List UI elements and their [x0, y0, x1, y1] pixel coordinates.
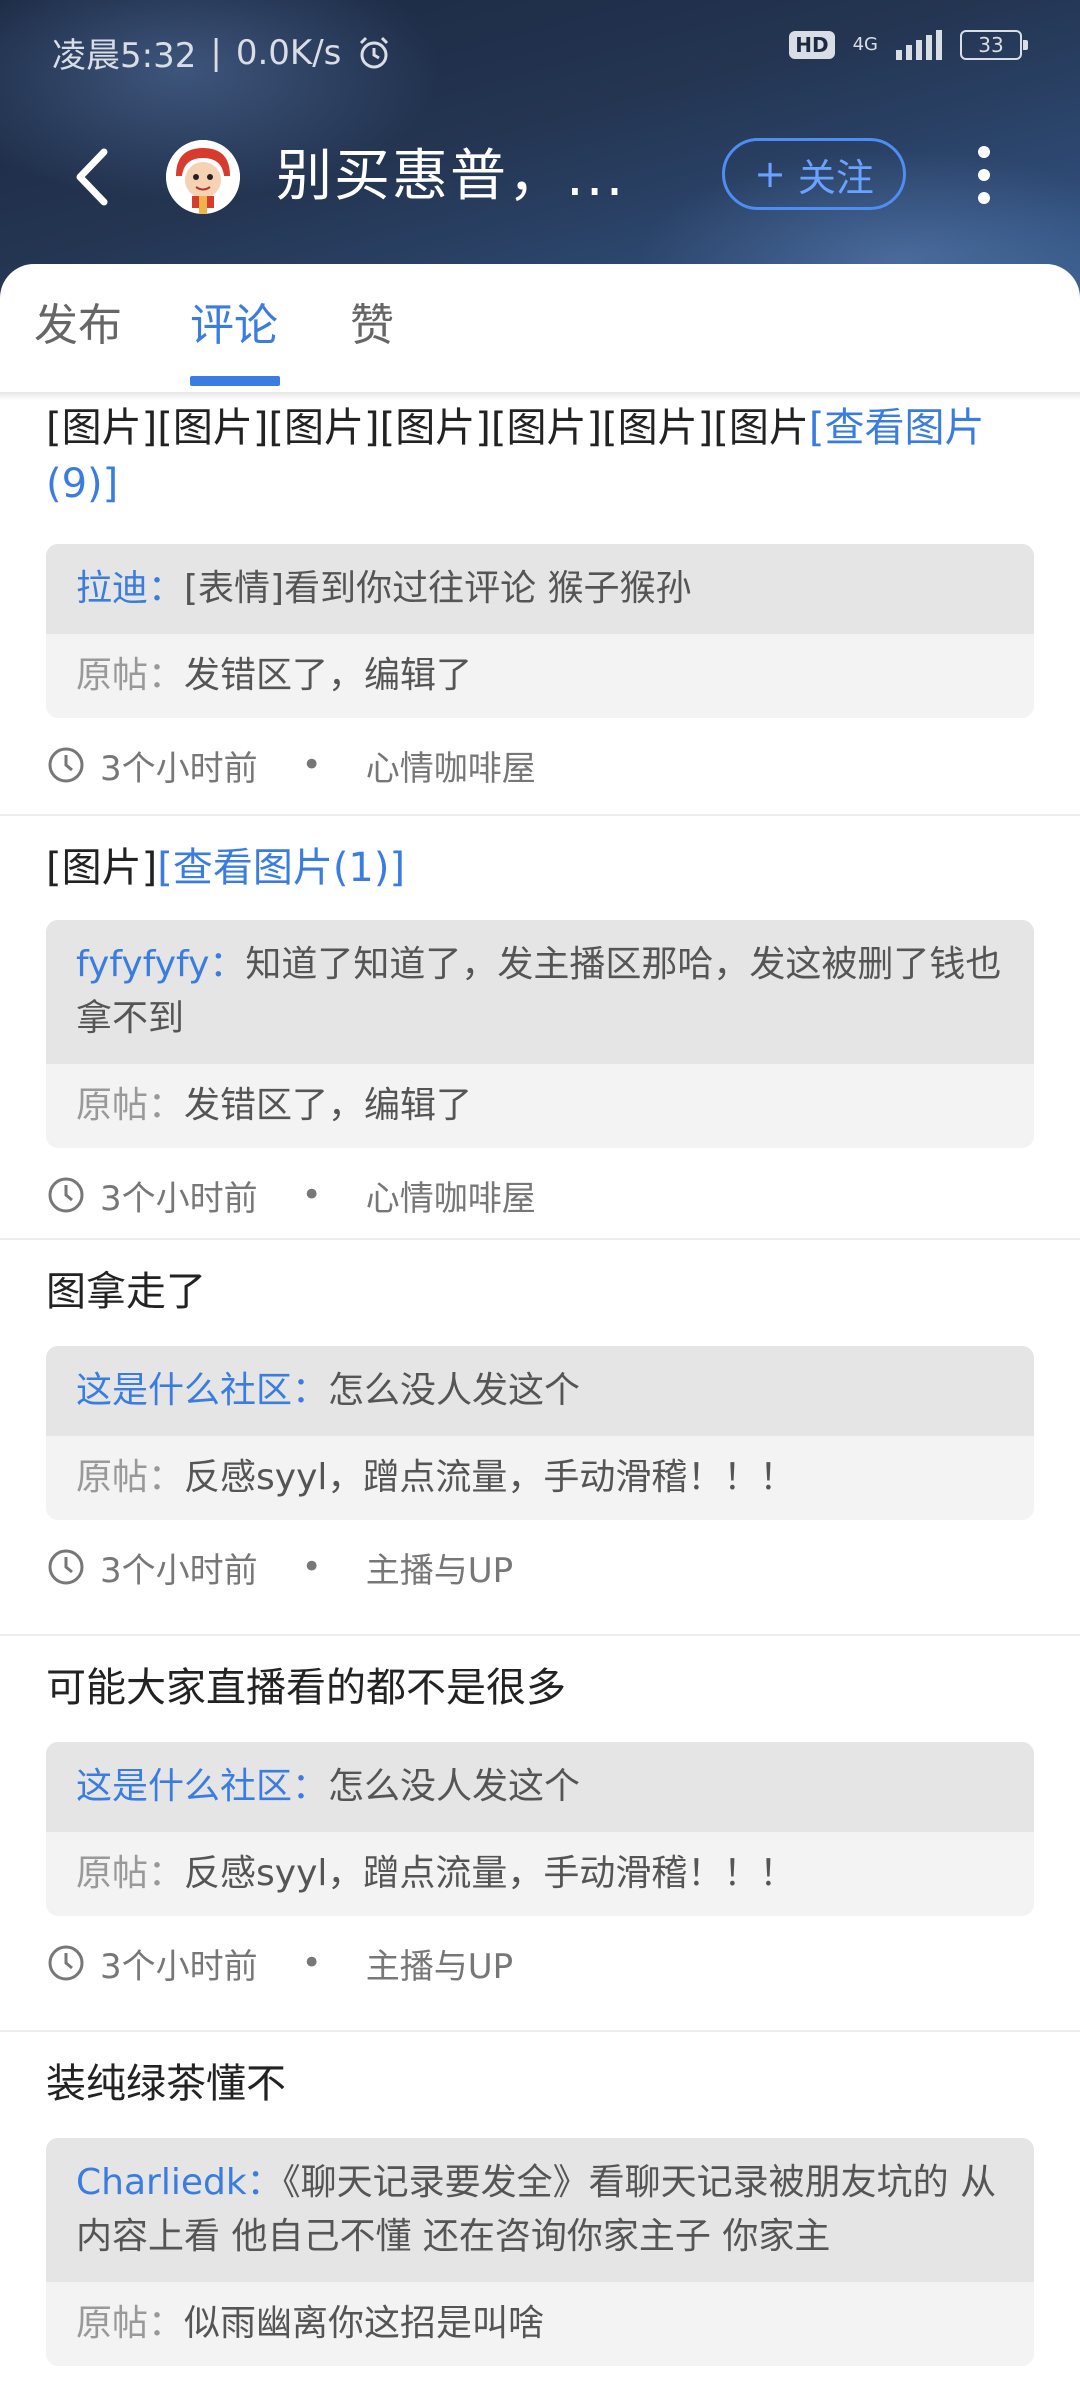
reply-username[interactable]: 这是什么社区：	[76, 1766, 328, 1807]
signal-icon	[896, 30, 942, 60]
clock-icon	[48, 1945, 84, 1981]
tab-comments[interactable]: 评论	[190, 296, 278, 356]
comment-text: 可能大家直播看的都不是很多	[46, 1665, 566, 1711]
quote-box[interactable]: Charliedk：《聊天记录要发全》看聊天记录被朋友坑的 从内容上看 他自己不…	[46, 2138, 1034, 2366]
avatar-character-icon	[166, 140, 240, 214]
reply-username[interactable]: 拉迪：	[76, 568, 184, 609]
reply-username[interactable]: Charliedk：	[76, 2162, 283, 2203]
forum-name[interactable]: 主播与UP	[366, 1543, 513, 1592]
original-post-label: 原帖：	[76, 2303, 185, 2344]
quote-box[interactable]: 这是什么社区：怎么没人发这个 原帖：反感syyl，蹭点流量，手动滑稽！！！	[46, 1742, 1034, 1916]
meta-dot: •	[301, 1175, 322, 1215]
battery-icon: 33	[960, 30, 1028, 60]
nav-bar: 别买惠普，... + 关注	[0, 120, 1080, 240]
reply-text: 怎么没人发这个	[328, 1370, 581, 1411]
original-post-text: 反感syyl，蹭点流量，手动滑稽！！！	[184, 1853, 796, 1894]
original-post-text: 发错区了，编辑了	[184, 655, 473, 696]
comment-item[interactable]: [图片][图片][图片][图片][图片][图片][图片[查看图片(9)] 拉迪：…	[0, 400, 1080, 816]
comment-text: [图片][查看图片(1)]	[46, 845, 406, 891]
quote-box[interactable]: fyfyfyfy：知道了知道了，发主播区那哈，发这被删了钱也拿不到 原帖：发错区…	[46, 920, 1034, 1148]
tab-publish[interactable]: 发布	[34, 296, 122, 356]
comment-time: 3个小时前	[100, 1178, 258, 1219]
follow-button[interactable]: + 关注	[722, 138, 906, 210]
meta-dot: •	[301, 745, 322, 785]
original-post-text: 反感syyl，蹭点流量，手动滑稽！！！	[184, 1457, 796, 1498]
network-speed: 0.0K/s	[235, 32, 342, 73]
status-separator: |	[210, 32, 222, 73]
follow-plus: +	[754, 152, 786, 196]
status-bar: 凌晨5:32 | 0.0K/s HD 4G 33	[0, 0, 1080, 100]
original-post-text: 发错区了，编辑了	[184, 1085, 473, 1126]
comment-meta: 3个小时前 • 主播与UP	[46, 1938, 1034, 1988]
quoted-reply: 这是什么社区：怎么没人发这个	[46, 1346, 1034, 1436]
original-post: 原帖：反感syyl，蹭点流量，手动滑稽！！！	[46, 1436, 1034, 1520]
alarm-icon	[360, 36, 389, 68]
original-post: 原帖：反感syyl，蹭点流量，手动滑稽！！！	[46, 1832, 1034, 1916]
back-arrow-icon	[76, 148, 108, 206]
comment-text: 图拿走了	[46, 1269, 206, 1315]
original-post-text: 似雨幽离你这招是叫啥	[184, 2303, 545, 2344]
forum-name[interactable]: 主播与UP	[366, 1939, 513, 1988]
tab-bar: 发布 评论 赞	[0, 264, 1080, 393]
comment-item[interactable]: [图片][查看图片(1)] fyfyfyfy：知道了知道了，发主播区那哈，发这被…	[0, 816, 1080, 1240]
original-post-label: 原帖：	[76, 655, 185, 696]
comment-meta: 3个小时前 • 心情咖啡屋	[46, 740, 1034, 790]
comment-meta: 3个小时前 • 心情咖啡屋	[46, 1170, 1034, 1220]
original-post: 原帖：似雨幽离你这招是叫啥	[46, 2282, 1034, 2366]
comment-meta: 3个小时前 • 主播与UP	[46, 1542, 1034, 1592]
comment-item[interactable]: 图拿走了 这是什么社区：怎么没人发这个 原帖：反感syyl，蹭点流量，手动滑稽！…	[0, 1240, 1080, 1636]
forum-name[interactable]: 心情咖啡屋	[366, 1171, 536, 1220]
network-type: 4G	[852, 34, 878, 55]
original-post-label: 原帖：	[76, 1085, 185, 1126]
original-post-label: 原帖：	[76, 1457, 185, 1498]
comment-feed: [图片][图片][图片][图片][图片][图片][图片[查看图片(9)] 拉迪：…	[0, 400, 1080, 2400]
comment-time: 3个小时前	[100, 1550, 258, 1591]
view-images-link[interactable]: [查看图片(1)]	[157, 845, 405, 891]
quote-box[interactable]: 这是什么社区：怎么没人发这个 原帖：反感syyl，蹭点流量，手动滑稽！！！	[46, 1346, 1034, 1520]
hd-badge: HD	[789, 31, 835, 59]
meta-dot: •	[301, 1547, 322, 1587]
clock-icon	[48, 1177, 84, 1213]
forum-name[interactable]: 心情咖啡屋	[366, 741, 536, 790]
page-title: 别买惠普，...	[276, 144, 626, 209]
comment-time: 3个小时前	[100, 748, 258, 789]
user-avatar[interactable]	[166, 140, 240, 214]
content-panel: 发布 评论 赞 [图片][图片][图片][图片][图片][图片][图片[查看图片…	[0, 264, 1080, 2400]
comment-time: 3个小时前	[100, 1946, 258, 1987]
status-time: 凌晨5:32	[52, 36, 197, 76]
clock-icon	[48, 1549, 84, 1585]
comment-item[interactable]: 可能大家直播看的都不是很多 这是什么社区：怎么没人发这个 原帖：反感syyl，蹭…	[0, 1636, 1080, 2032]
quoted-reply: fyfyfyfy：知道了知道了，发主播区那哈，发这被删了钱也拿不到	[46, 920, 1034, 1064]
comment-item[interactable]: 装纯绿茶懂不 Charliedk：《聊天记录要发全》看聊天记录被朋友坑的 从内容…	[0, 2032, 1080, 2400]
meta-dot: •	[301, 1943, 322, 1983]
reply-text: [表情]看到你过往评论 猴子猴孙	[184, 568, 692, 609]
tab-active-indicator	[190, 376, 280, 386]
original-post: 原帖：发错区了，编辑了	[46, 1064, 1034, 1148]
quoted-reply: 这是什么社区：怎么没人发这个	[46, 1742, 1034, 1832]
reply-username[interactable]: fyfyfyfy：	[76, 944, 245, 985]
original-post-label: 原帖：	[76, 1853, 185, 1894]
reply-text: 怎么没人发这个	[328, 1766, 581, 1807]
comment-text: 装纯绿茶懂不	[46, 2061, 286, 2107]
comment-text: [图片][图片][图片][图片][图片][图片][图片[查看图片(9)]	[46, 405, 985, 507]
original-post: 原帖：发错区了，编辑了	[46, 634, 1034, 718]
profile-header: 凌晨5:32 | 0.0K/s HD 4G 33 别买惠普，... + 关注	[0, 0, 1080, 300]
follow-label: 关注	[797, 155, 874, 200]
back-button[interactable]	[60, 142, 130, 212]
quote-box[interactable]: 拉迪：[表情]看到你过往评论 猴子猴孙 原帖：发错区了，编辑了	[46, 544, 1034, 718]
clock-icon	[48, 747, 84, 783]
more-options-icon[interactable]	[970, 140, 998, 214]
quoted-reply: Charliedk：《聊天记录要发全》看聊天记录被朋友坑的 从内容上看 他自己不…	[46, 2138, 1034, 2282]
tab-likes[interactable]: 赞	[350, 296, 394, 356]
tab-divider	[0, 392, 1080, 400]
reply-username[interactable]: 这是什么社区：	[76, 1370, 328, 1411]
quoted-reply: 拉迪：[表情]看到你过往评论 猴子猴孙	[46, 544, 1034, 634]
